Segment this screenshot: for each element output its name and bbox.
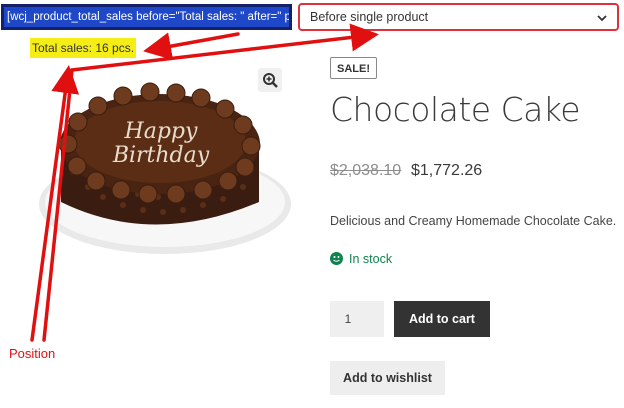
product-description: Delicious and Creamy Homemade Chocolate … — [330, 214, 617, 228]
position-select-value: Before single product — [310, 10, 429, 24]
position-select[interactable]: Before single product — [298, 3, 619, 31]
sale-price: $1,772.26 — [411, 162, 483, 179]
add-to-cart-button[interactable]: Add to cart — [394, 301, 490, 337]
total-sales-text: Total sales: 16 pcs. — [30, 38, 136, 58]
add-to-wishlist-button[interactable]: Add to wishlist — [330, 361, 445, 395]
product-image[interactable]: Happy Birthday — [33, 62, 291, 268]
product-title: Chocolate Cake — [330, 90, 581, 129]
stock-status: In stock — [349, 252, 393, 266]
smiley-icon — [330, 252, 343, 265]
magnifier-plus-icon — [263, 73, 278, 88]
chevron-down-icon — [597, 15, 607, 22]
zoom-button[interactable] — [258, 68, 282, 92]
sale-badge: SALE! — [330, 57, 377, 79]
cake-text-birthday: Birthday — [112, 143, 210, 168]
shortcode-field[interactable]: [wcj_product_total_sales before="Total s… — [1, 4, 292, 30]
old-price: $2,038.10 — [330, 162, 402, 179]
quantity-input[interactable] — [330, 301, 384, 337]
cake-text-happy: Happy — [124, 119, 198, 144]
position-annotation-label: Position — [9, 346, 56, 361]
